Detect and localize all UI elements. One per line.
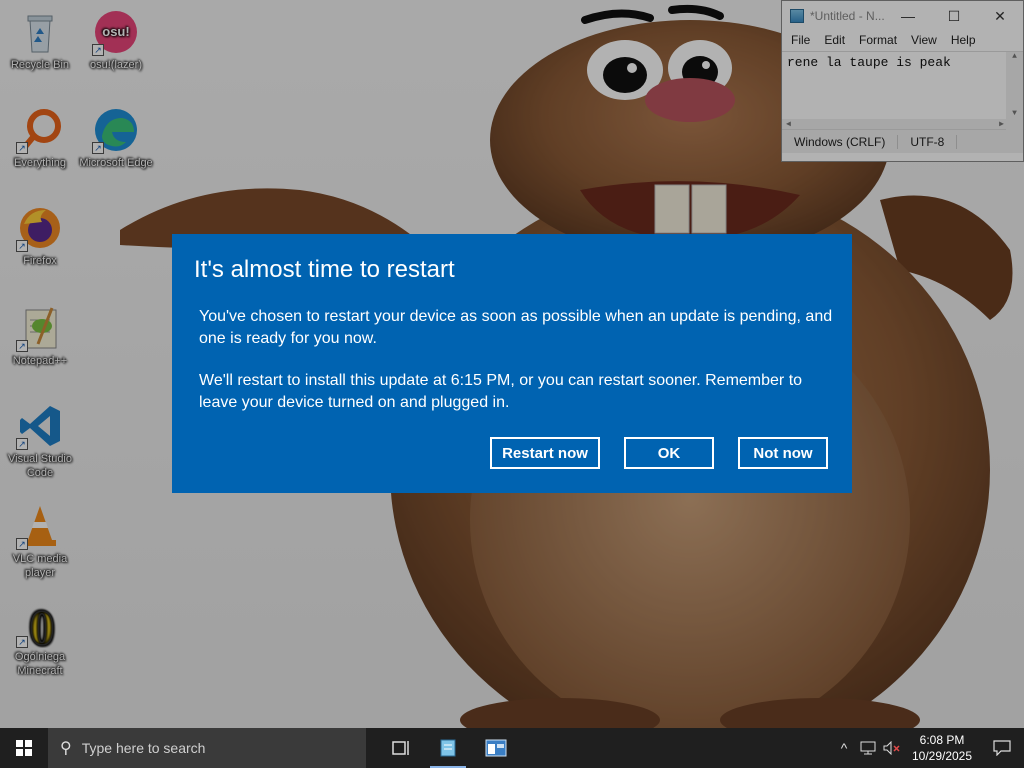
notepad-statusbar: Windows (CRLF) UTF-8 [782,129,1023,153]
osu-icon: osu! ↗ [92,8,140,56]
firefox-icon: ↗ [16,204,64,252]
minecraft-zero-icon: 0 ↗ [16,598,64,656]
notification-icon [993,740,1011,756]
everything-search-icon: ↗ [16,106,64,154]
scroll-left-arrow-icon[interactable]: ◀ [786,119,791,129]
dialog-message-1: You've chosen to restart your device as … [199,308,833,347]
desktop-icon-edge[interactable]: ↗ Microsoft Edge [78,106,154,170]
vlc-cone-icon: ↗ [16,502,64,550]
dialog-title: It's almost time to restart [194,256,455,283]
scroll-up-arrow-icon[interactable]: ▲ [1006,52,1023,61]
not-now-button[interactable]: Not now [738,437,828,469]
edge-icon: ↗ [92,106,140,154]
shortcut-arrow-icon: ↗ [16,340,28,352]
desktop-icon-notepadpp[interactable]: ↗ Notepad++ [2,304,78,368]
notepad-content: rene la taupe is peak [787,55,951,70]
minimize-button[interactable]: — [885,1,931,31]
vertical-scrollbar[interactable]: ▲ ▼ [1006,52,1023,130]
horizontal-scrollbar[interactable]: ◀ ▶ [782,119,1008,129]
desktop-icon-minecraft[interactable]: 0 ↗ Ogólniega Minecraft [2,598,78,678]
shortcut-arrow-icon: ↗ [92,44,104,56]
minecraft-icon-text: 0 [30,600,55,648]
show-hidden-icons-chevron-icon[interactable]: ^ [832,728,856,768]
scroll-down-arrow-icon[interactable]: ▼ [1006,109,1023,118]
desktop-icon-label: Recycle Bin [10,59,70,71]
desktop-icon-vscode[interactable]: ↗ Visual Studio Code [2,402,78,480]
taskbar-clock[interactable]: 6:08 PM 10/29/2025 [904,732,980,764]
notepad-title: *Untitled - N... [810,9,885,23]
desktop-icon-everything[interactable]: ↗ Everything [2,106,78,170]
notepad-text-area[interactable]: rene la taupe is peak ▲ ▼ ◀ ▶ [782,51,1023,130]
restart-dialog: It's almost time to restart You've chose… [172,234,852,493]
desktop-icon-label: Ogólniega Minecraft [14,651,66,677]
shortcut-arrow-icon: ↗ [16,142,28,154]
volume-muted-icon[interactable] [880,728,904,768]
taskbar-app-window[interactable] [472,728,520,768]
desktop-icon-label: Everything [14,157,66,169]
desktop-icon-label: osu!(lazer) [90,59,142,71]
desktop-icon-label: Visual Studio Code [7,453,72,479]
notepad-taskbar-icon [440,739,456,757]
notepadpp-icon: ↗ [16,304,64,352]
desktop-icon-firefox[interactable]: ↗ Firefox [2,204,78,268]
shortcut-arrow-icon: ↗ [92,142,104,154]
network-icon[interactable] [856,728,880,768]
dialog-message-2: We'll restart to install this update at … [199,372,803,411]
status-line-ending: Windows (CRLF) [782,134,899,149]
desktop-icon-osu[interactable]: osu! ↗ osu!(lazer) [78,8,154,72]
task-view-button[interactable] [376,728,424,768]
taskbar-search-box[interactable]: ⚲ Type here to search [48,728,366,768]
notepad-menubar: File Edit Format View Help [782,31,1023,51]
recycle-bin-icon [16,8,64,56]
desktop-icon-label: Firefox [23,255,57,267]
menu-help[interactable]: Help [944,31,983,51]
scroll-right-arrow-icon[interactable]: ▶ [999,119,1004,129]
notepad-titlebar[interactable]: *Untitled - N... — ☐ ✕ [782,1,1023,31]
shortcut-arrow-icon: ↗ [16,438,28,450]
windows-logo-icon [16,740,32,756]
search-icon: ⚲ [60,740,72,757]
menu-view[interactable]: View [904,31,944,51]
status-encoding: UTF-8 [898,134,958,149]
system-tray: ^ 6:08 PM 10/29/2025 [832,728,1024,768]
desktop-icon-recycle-bin[interactable]: Recycle Bin [2,8,78,72]
desktop-icon-vlc[interactable]: ↗ VLC media player [2,502,78,580]
task-view-icon [392,741,409,755]
desktop-icon-label: Notepad++ [12,355,68,367]
start-button[interactable] [0,728,48,768]
search-placeholder: Type here to search [81,740,206,756]
desktop-icon-label: Microsoft Edge [79,157,153,169]
maximize-button[interactable]: ☐ [931,1,977,31]
app-window-icon [485,739,507,757]
close-button[interactable]: ✕ [977,1,1023,31]
taskbar: ⚲ Type here to search ^ 6:08 PM 10/29/20… [0,728,1024,768]
clock-time: 6:08 PM [919,733,965,747]
menu-edit[interactable]: Edit [817,31,852,51]
vscode-icon: ↗ [16,402,64,450]
restart-now-button[interactable]: Restart now [490,437,600,469]
taskbar-notepad[interactable] [424,728,472,768]
action-center-button[interactable] [980,728,1024,768]
desktop-icon-label: VLC media player [12,553,68,579]
menu-file[interactable]: File [784,31,817,51]
clock-date: 10/29/2025 [911,749,973,763]
osu-icon-text: osu! [102,24,129,39]
shortcut-arrow-icon: ↗ [16,538,28,550]
ok-button[interactable]: OK [624,437,714,469]
menu-format[interactable]: Format [852,31,904,51]
shortcut-arrow-icon: ↗ [16,240,28,252]
notepad-window[interactable]: *Untitled - N... — ☐ ✕ File Edit Format … [781,0,1024,162]
shortcut-arrow-icon: ↗ [16,636,28,648]
notepad-app-icon [790,9,804,23]
